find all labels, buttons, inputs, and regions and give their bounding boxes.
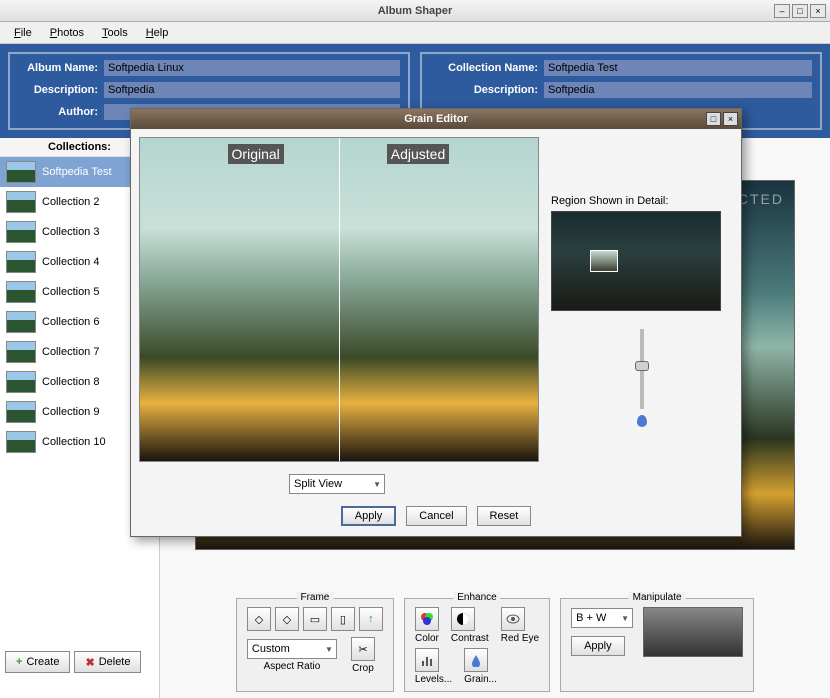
eye-icon	[506, 612, 520, 626]
menu-file[interactable]: File	[6, 25, 40, 41]
frame-opt2-button[interactable]: ▯	[331, 607, 355, 631]
album-name-input[interactable]	[104, 60, 400, 76]
collection-label: Collection 9	[42, 406, 99, 418]
collection-label: Collection 4	[42, 256, 99, 268]
grain-button[interactable]	[464, 648, 488, 672]
region-overview[interactable]	[551, 211, 721, 311]
collection-thumb	[6, 401, 36, 423]
collection-description-label: Description:	[430, 84, 538, 96]
aspect-ratio-label: Aspect Ratio	[247, 661, 337, 672]
split-divider[interactable]	[339, 138, 340, 461]
aspect-ratio-select[interactable]: Custom	[247, 639, 337, 659]
grain-slider[interactable]	[640, 329, 644, 409]
dialog-maximize-button[interactable]: □	[706, 112, 721, 126]
frame-opt3-button[interactable]: ↑	[359, 607, 383, 631]
dialog-titlebar[interactable]: Grain Editor □ ×	[131, 109, 741, 129]
levels-button[interactable]	[415, 648, 439, 672]
grain-slider-handle[interactable]	[635, 361, 649, 371]
collection-name-input[interactable]	[544, 60, 812, 76]
bottom-bar: +Create ✖Delete	[5, 651, 141, 673]
collection-label: Collection 2	[42, 196, 99, 208]
collection-label: Collection 10	[42, 436, 106, 448]
collection-label: Collection 8	[42, 376, 99, 388]
original-label: Original	[228, 144, 284, 164]
collection-description-input[interactable]	[544, 82, 812, 98]
menu-photos[interactable]: Photos	[42, 25, 92, 41]
cross-icon: ✖	[85, 656, 94, 669]
effect-select[interactable]: B + W	[571, 608, 633, 628]
rotate-left-button[interactable]: ◇	[247, 607, 271, 631]
album-description-input[interactable]	[104, 82, 400, 98]
manipulate-preview	[643, 607, 743, 657]
dialog-cancel-button[interactable]: Cancel	[406, 506, 466, 526]
levels-icon	[420, 653, 434, 667]
adjusted-label: Adjusted	[387, 144, 449, 164]
view-mode-select[interactable]: Split View	[289, 474, 385, 494]
collection-label: Collection 3	[42, 226, 99, 238]
rotate-right-button[interactable]: ◇	[275, 607, 299, 631]
dialog-reset-button[interactable]: Reset	[477, 506, 532, 526]
collection-name-label: Collection Name:	[430, 62, 538, 74]
delete-button[interactable]: ✖Delete	[74, 651, 141, 673]
create-button[interactable]: +Create	[5, 651, 70, 673]
enhance-panel-title: Enhance	[453, 592, 500, 603]
collection-thumb	[6, 191, 36, 213]
plus-icon: +	[16, 656, 22, 668]
window-titlebar: Album Shaper – □ ×	[0, 0, 830, 22]
dialog-close-button[interactable]: ×	[723, 112, 738, 126]
collection-thumb	[6, 311, 36, 333]
author-label: Author:	[18, 106, 98, 118]
collection-thumb	[6, 281, 36, 303]
dialog-title: Grain Editor	[404, 113, 468, 125]
collection-label: Collection 7	[42, 346, 99, 358]
collection-thumb	[6, 221, 36, 243]
drop-icon	[469, 653, 483, 667]
collection-label: Collection 5	[42, 286, 99, 298]
redeye-button[interactable]	[501, 607, 525, 631]
manipulate-apply-button[interactable]: Apply	[571, 636, 625, 656]
collection-label: Collection 6	[42, 316, 99, 328]
album-description-label: Description:	[18, 84, 98, 96]
collection-thumb	[6, 371, 36, 393]
color-button[interactable]	[415, 607, 439, 631]
dialog-apply-button[interactable]: Apply	[341, 506, 397, 526]
manipulate-panel-title: Manipulate	[629, 592, 686, 603]
region-selection-box[interactable]	[590, 250, 618, 272]
crop-button[interactable]: ✂	[351, 637, 375, 661]
album-name-label: Album Name:	[18, 62, 98, 74]
collection-thumb	[6, 431, 36, 453]
grain-editor-dialog: Grain Editor □ × Original Adjusted Regio…	[130, 108, 742, 537]
split-view-image[interactable]: Original Adjusted	[139, 137, 539, 462]
frame-opt1-button[interactable]: ▭	[303, 607, 327, 631]
collection-thumb	[6, 251, 36, 273]
contrast-button[interactable]	[451, 607, 475, 631]
window-controls: – □ ×	[774, 4, 826, 18]
close-button[interactable]: ×	[810, 4, 826, 18]
window-title: Album Shaper	[378, 5, 453, 17]
collection-thumb	[6, 341, 36, 363]
menu-tools[interactable]: Tools	[94, 25, 136, 41]
region-label: Region Shown in Detail:	[551, 195, 733, 207]
menubar: File Photos Tools Help	[0, 22, 830, 44]
collection-label: Softpedia Test	[42, 166, 112, 178]
menu-help[interactable]: Help	[138, 25, 177, 41]
frame-panel-title: Frame	[296, 592, 333, 603]
maximize-button[interactable]: □	[792, 4, 808, 18]
drop-icon	[637, 415, 647, 427]
contrast-icon	[456, 612, 470, 626]
tool-panels: Frame ◇ ◇ ▭ ▯ ↑ Custom Aspect Ratio ✂ Cr…	[160, 592, 830, 698]
collection-thumb	[6, 161, 36, 183]
rgb-icon	[420, 612, 434, 626]
minimize-button[interactable]: –	[774, 4, 790, 18]
crop-label: Crop	[351, 663, 375, 674]
